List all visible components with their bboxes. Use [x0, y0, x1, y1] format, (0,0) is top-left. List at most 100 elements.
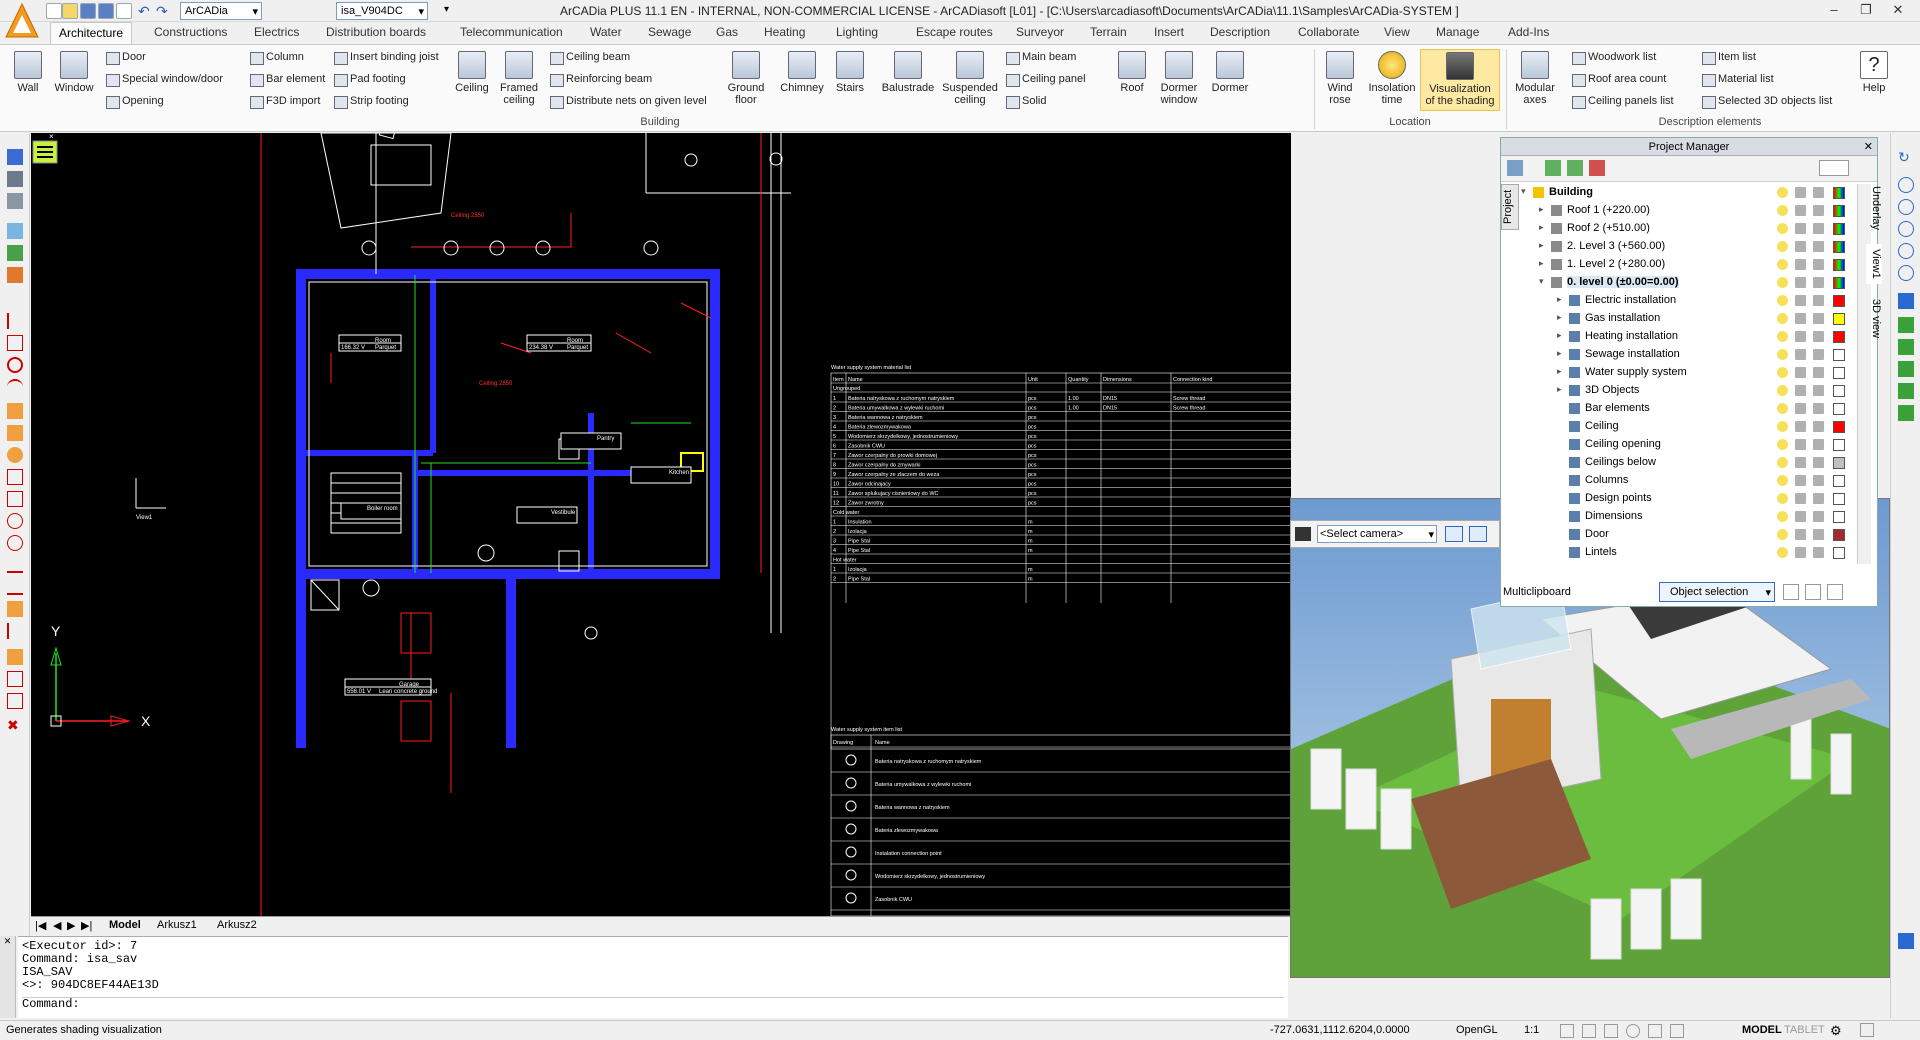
canvas-menu-button[interactable]	[32, 140, 58, 164]
balustrade-button[interactable]: Balustrade	[880, 51, 936, 94]
tree-item[interactable]: Ceiling opening	[1521, 436, 1855, 454]
snap-apparent-icon[interactable]	[7, 671, 23, 687]
lock-icon[interactable]	[1795, 205, 1806, 216]
lock-icon[interactable]	[1795, 439, 1806, 450]
expand-arrow-icon[interactable]: ▸	[1539, 222, 1544, 233]
view-top-icon[interactable]	[1898, 339, 1914, 355]
lightbulb-icon[interactable]	[1777, 511, 1788, 522]
first-sheet-icon[interactable]: |◀	[35, 919, 46, 932]
tablet-indicator[interactable]: TABLET	[1784, 1024, 1825, 1036]
insert-binding-joist-button[interactable]: Insert binding joist	[332, 51, 439, 65]
snap-tangent-icon[interactable]	[7, 579, 23, 595]
tree-item[interactable]: ▸ Sewage installation	[1521, 346, 1855, 364]
layer-color-swatch[interactable]	[1833, 313, 1845, 325]
reinforcing-beam-button[interactable]: Reinforcing beam	[548, 73, 652, 87]
lock-icon[interactable]	[1795, 277, 1806, 288]
dormer-button[interactable]: Dormer	[1208, 51, 1252, 94]
walk-icon[interactable]	[1898, 933, 1914, 949]
ceiling-panel-button[interactable]: Ceiling panel	[1004, 73, 1086, 87]
print-icon[interactable]	[1813, 295, 1824, 306]
window-button[interactable]: Window	[50, 51, 98, 94]
lock-icon[interactable]	[1795, 295, 1806, 306]
fullscreen-icon[interactable]	[1860, 1023, 1874, 1037]
layer-color-swatch[interactable]	[1833, 277, 1845, 289]
tab-manage[interactable]: Manage	[1436, 25, 1479, 39]
chimney-button[interactable]: Chimney	[778, 51, 826, 94]
lightbulb-icon[interactable]	[1777, 421, 1788, 432]
snap-perpendicular-icon[interactable]	[7, 557, 23, 573]
polar-toggle-icon[interactable]	[1626, 1024, 1640, 1038]
view-iso-icon[interactable]	[1898, 383, 1914, 399]
tab-add-ins[interactable]: Add-Ins	[1508, 25, 1549, 39]
opening-button[interactable]: Opening	[104, 95, 164, 109]
layer-color-swatch[interactable]	[1833, 223, 1845, 235]
ceiling-panels-list-button[interactable]: Ceiling panels list	[1570, 95, 1674, 109]
tree-item[interactable]: Columns	[1521, 472, 1855, 490]
profile-combo[interactable]: ArCADia ▾	[180, 2, 262, 20]
arc-tool-icon[interactable]	[7, 379, 23, 395]
selected-3d-objects-list-button[interactable]: Selected 3D objects list	[1700, 95, 1832, 109]
side-tab-3d-view[interactable]: 3D view	[1866, 294, 1882, 344]
lightbulb-icon[interactable]	[1777, 349, 1788, 360]
print-icon[interactable]	[1813, 367, 1824, 378]
expand-arrow-icon[interactable]: ▸	[1557, 348, 1562, 359]
object-selection-combo[interactable]: Object selection ▾	[1659, 582, 1775, 602]
grid-toggle-icon[interactable]	[1582, 1024, 1596, 1038]
roof-button[interactable]: Roof	[1114, 51, 1150, 94]
tree-item[interactable]: Ceilings below	[1521, 454, 1855, 472]
ground-floor-button[interactable]: Ground floor	[724, 51, 768, 106]
scale-indicator[interactable]: 1:1	[1524, 1024, 1539, 1036]
prev-sheet-icon[interactable]: ◀	[53, 919, 61, 932]
print-icon[interactable]	[1813, 205, 1824, 216]
layer-color-swatch[interactable]	[1833, 205, 1845, 217]
tree-item[interactable]: Rooms	[1521, 562, 1855, 564]
snap-toggle-icon[interactable]	[1560, 1024, 1574, 1038]
layer-color-swatch[interactable]	[1833, 511, 1845, 523]
lock-icon[interactable]	[1795, 313, 1806, 324]
print-icon[interactable]	[1813, 259, 1824, 270]
strip-footing-button[interactable]: Strip footing	[332, 95, 409, 109]
line-tool-icon[interactable]	[7, 313, 23, 329]
view-iso2-icon[interactable]	[1898, 405, 1914, 421]
lightbulb-icon[interactable]	[1777, 439, 1788, 450]
item-list-button[interactable]: Item list	[1700, 51, 1756, 65]
stairs-button[interactable]: Stairs	[830, 51, 870, 94]
print-icon[interactable]	[1813, 385, 1824, 396]
special-window-door-button[interactable]: Special window/door	[104, 73, 223, 87]
tab-water[interactable]: Water	[590, 25, 622, 39]
camera-icon[interactable]	[1295, 527, 1311, 541]
tree-item[interactable]: ▸ Electric installation	[1521, 292, 1855, 310]
print-icon[interactable]	[1813, 529, 1824, 540]
settings-icon[interactable]: ⚙	[1830, 1023, 1842, 1039]
main-beam-button[interactable]: Main beam	[1004, 51, 1076, 65]
tree-item[interactable]: ▸ 2. Level 3 (+560.00)	[1521, 238, 1855, 256]
sheet-tab-arkusz2[interactable]: Arkusz2	[217, 919, 257, 931]
expand-arrow-icon[interactable]: ▸	[1557, 366, 1562, 377]
lock-icon[interactable]	[1795, 259, 1806, 270]
lock-icon[interactable]	[1795, 475, 1806, 486]
tab-collaborate[interactable]: Collaborate	[1298, 25, 1359, 39]
render-tool-icon[interactable]	[7, 223, 23, 239]
snap-intersection-icon[interactable]	[7, 513, 23, 529]
print-icon[interactable]	[1813, 493, 1824, 504]
project-side-tab[interactable]: Project	[1501, 184, 1519, 230]
otrack-toggle-icon[interactable]	[1670, 1024, 1684, 1038]
save-all-icon[interactable]	[98, 3, 114, 19]
delete-clipboard-icon[interactable]	[1827, 584, 1843, 600]
snap-parallel-icon[interactable]	[7, 623, 23, 639]
expand-arrow-icon[interactable]: ▾	[1539, 276, 1544, 287]
next-sheet-icon[interactable]: ▶	[67, 919, 75, 932]
print-icon[interactable]	[1813, 223, 1824, 234]
snap-off-icon[interactable]: ✖	[7, 717, 23, 733]
zoom-out-icon[interactable]	[1898, 243, 1914, 259]
lock-icon[interactable]	[1795, 421, 1806, 432]
print-icon[interactable]	[116, 3, 132, 19]
lightbulb-icon[interactable]	[1777, 277, 1788, 288]
tab-surveyor[interactable]: Surveyor	[1016, 25, 1064, 39]
lock-icon[interactable]	[1795, 367, 1806, 378]
door-button[interactable]: Door	[104, 51, 146, 65]
color-tool-icon[interactable]	[7, 245, 23, 261]
minimize-button[interactable]: –	[1820, 2, 1848, 20]
tab-distribution-boards[interactable]: Distribution boards	[326, 25, 426, 39]
layer-color-swatch[interactable]	[1833, 493, 1845, 505]
